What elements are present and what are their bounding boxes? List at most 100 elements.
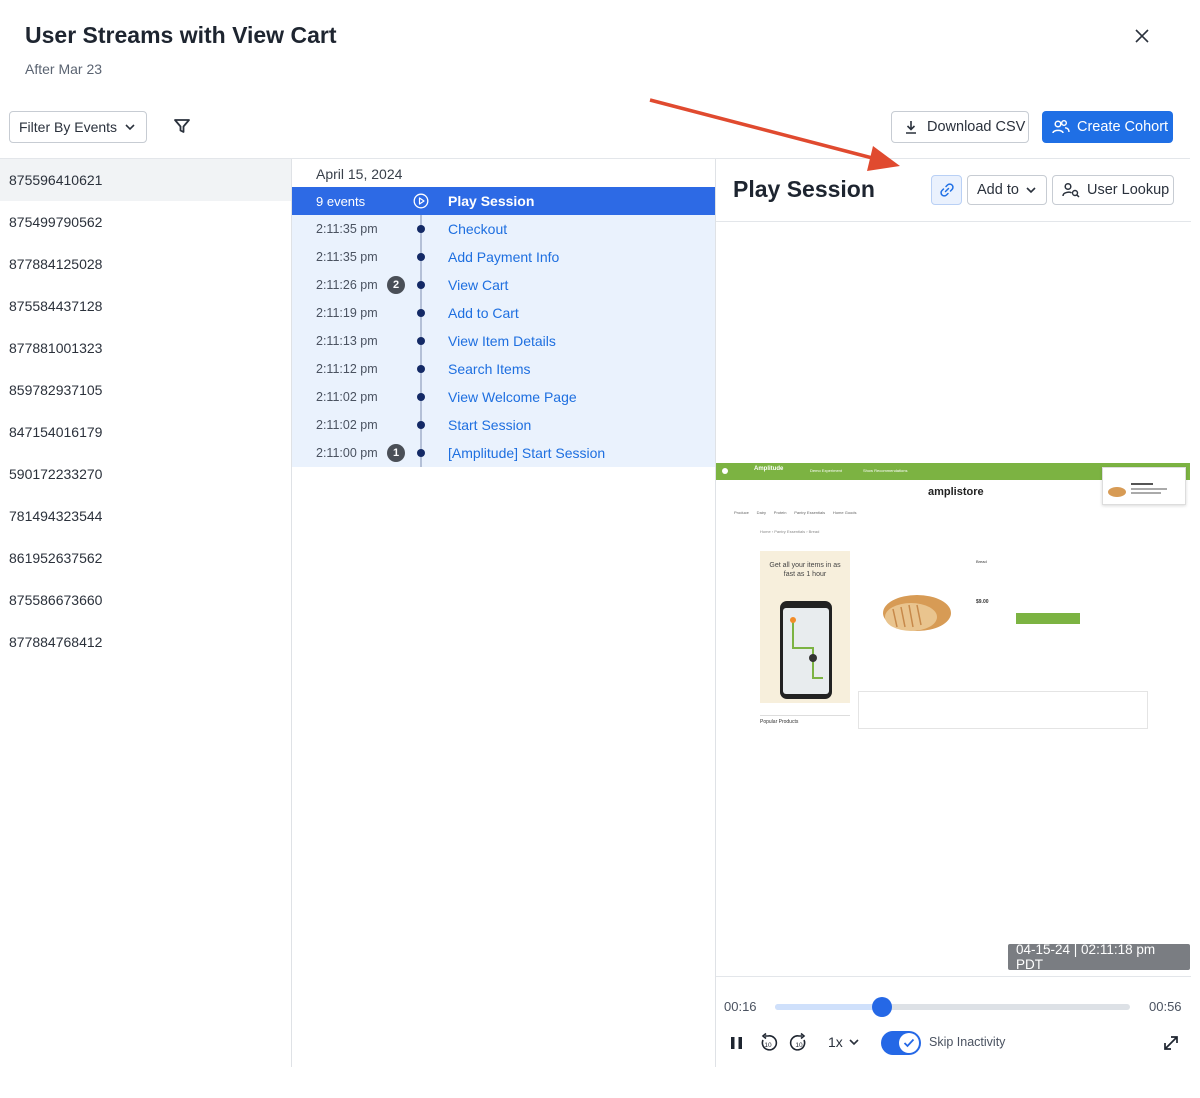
close-button[interactable]	[1130, 24, 1154, 48]
user-search-icon	[1062, 182, 1080, 198]
page-subtitle: After Mar 23	[25, 61, 103, 77]
user-list: 875596410621 875499790562 877884125028 8755…	[0, 159, 292, 1067]
event-row[interactable]: 2:11:35 pm Add Payment Info	[292, 243, 715, 271]
user-id-row[interactable]: 861952637562	[0, 537, 291, 579]
filter-by-events-dropdown[interactable]: Filter By Events	[9, 111, 147, 143]
event-row[interactable]: 2:11:35 pm Checkout	[292, 215, 715, 243]
svg-text:10: 10	[795, 1042, 803, 1049]
user-id-row[interactable]: 875584437128	[0, 285, 291, 327]
play-circle-icon	[413, 193, 429, 209]
add-to-dropdown[interactable]: Add to	[967, 175, 1047, 205]
user-id-row[interactable]: 847154016179	[0, 411, 291, 453]
event-row[interactable]: 2:11:12 pm Search Items	[292, 355, 715, 383]
scrubber-handle[interactable]	[871, 997, 892, 1017]
download-csv-button[interactable]: Download CSV	[891, 111, 1029, 143]
user-id-row[interactable]: 781494323544	[0, 495, 291, 537]
replay-product-price: $9.00	[976, 599, 989, 605]
event-date: April 15, 2024	[316, 166, 403, 182]
user-id-row[interactable]: 877881001323	[0, 327, 291, 369]
divider	[716, 976, 1191, 977]
event-row[interactable]: 2:11:19 pm Add to Cart	[292, 299, 715, 327]
speed-dropdown[interactable]: 1x	[828, 1034, 859, 1050]
session-replay-frame[interactable]: Amplitude Demo Experiment Show Recommend…	[716, 463, 1190, 737]
event-name: View Item Details	[448, 333, 556, 349]
toggle-knob	[899, 1033, 919, 1053]
user-id-row[interactable]: 875596410621	[0, 159, 291, 201]
event-row[interactable]: 2:11:02 pm Start Session	[292, 411, 715, 439]
event-row[interactable]: 2:11:02 pm View Welcome Page	[292, 383, 715, 411]
event-row[interactable]: 2:11:26 pm 2 View Cart	[292, 271, 715, 299]
replay-logo: Amplitude	[754, 466, 784, 472]
event-name: Checkout	[448, 221, 508, 237]
current-time: 00:16	[724, 999, 757, 1014]
expand-icon	[1164, 1036, 1178, 1050]
playback-scrubber[interactable]	[775, 997, 1130, 1017]
page-title: User Streams with View Cart	[25, 22, 337, 48]
replay-banner: Get all your items in as fast as 1 hour	[760, 551, 850, 703]
users-icon	[1052, 120, 1070, 134]
event-name: Start Session	[448, 417, 532, 433]
replay-banner-text: Get all your items in as fast as 1 hour	[769, 562, 841, 578]
event-time: 2:11:02 pm	[316, 418, 378, 432]
replay-store-name: amplistore	[928, 486, 984, 498]
gear-icon	[722, 468, 728, 474]
pause-icon	[731, 1037, 742, 1049]
event-name: View Welcome Page	[448, 389, 577, 405]
event-time: 2:11:00 pm	[316, 446, 378, 460]
user-id-row[interactable]: 875499790562	[0, 201, 291, 243]
session-summary-name: Play Session	[448, 193, 535, 209]
replay-phone-image	[780, 601, 832, 699]
event-name: Search Items	[448, 361, 531, 377]
chevron-down-icon	[1026, 186, 1036, 193]
event-name: Add to Cart	[448, 305, 519, 321]
event-stream: April 15, 2024 9 events Play Session 2:1…	[292, 159, 715, 1067]
funnel-icon	[174, 119, 190, 133]
session-summary-row[interactable]: 9 events Play Session	[292, 187, 715, 215]
replay-add-to-cart	[1016, 613, 1080, 624]
user-lookup-button[interactable]: User Lookup	[1052, 175, 1174, 205]
forward-10-icon: 10	[789, 1032, 806, 1051]
pause-button[interactable]	[726, 1032, 748, 1054]
user-id-row[interactable]: 590172233270	[0, 453, 291, 495]
copy-link-button[interactable]	[931, 175, 962, 205]
rewind-10-button[interactable]: 10	[757, 1032, 779, 1054]
user-lookup-label: User Lookup	[1087, 182, 1170, 198]
replay-cart-toast	[1102, 467, 1186, 505]
timeline-line	[420, 215, 422, 467]
user-id-row[interactable]: 877884125028	[0, 243, 291, 285]
event-name: [Amplitude] Start Session	[448, 445, 606, 461]
funnel-filter-button[interactable]	[170, 114, 194, 138]
event-name: Add Payment Info	[448, 249, 560, 265]
bread-image	[883, 595, 951, 631]
chevron-down-icon	[125, 124, 135, 131]
event-row[interactable]: 2:11:00 pm 1 [Amplitude] Start Session	[292, 439, 715, 467]
event-count: 9 events	[316, 193, 366, 209]
forward-10-button[interactable]: 10	[788, 1032, 810, 1054]
skip-inactivity-label: Skip Inactivity	[929, 1035, 1006, 1049]
replay-description-box	[858, 691, 1148, 729]
chevron-down-icon	[849, 1038, 859, 1045]
player-title: Play Session	[733, 176, 875, 202]
event-marker-badge: 1	[387, 444, 405, 462]
download-icon	[906, 121, 916, 134]
user-id-row[interactable]: 875586673660	[0, 579, 291, 621]
close-icon	[1135, 29, 1149, 43]
download-csv-label: Download CSV	[927, 119, 1026, 135]
user-id-row[interactable]: 877884768412	[0, 621, 291, 663]
event-time: 2:11:35 pm	[316, 222, 378, 236]
fullscreen-button[interactable]	[1160, 1032, 1182, 1054]
event-time: 2:11:19 pm	[316, 306, 378, 320]
user-id-row[interactable]: 859782937105	[0, 369, 291, 411]
event-name: View Cart	[448, 277, 509, 293]
event-row[interactable]: 2:11:13 pm View Item Details	[292, 327, 715, 355]
event-time: 2:11:12 pm	[316, 362, 378, 376]
skip-inactivity-toggle[interactable]	[881, 1031, 921, 1055]
divider	[716, 221, 1191, 222]
playback-progress	[775, 1004, 882, 1010]
create-cohort-button[interactable]: Create Cohort	[1042, 111, 1173, 143]
event-list: 9 events Play Session 2:11:35 pm Checkout…	[292, 187, 715, 467]
replay-nav: Produce Dairy Protein Pantry Essentials …	[734, 510, 857, 515]
speed-label: 1x	[828, 1034, 843, 1050]
check-icon	[903, 1038, 915, 1048]
filter-dropdown-label: Filter By Events	[19, 119, 118, 135]
